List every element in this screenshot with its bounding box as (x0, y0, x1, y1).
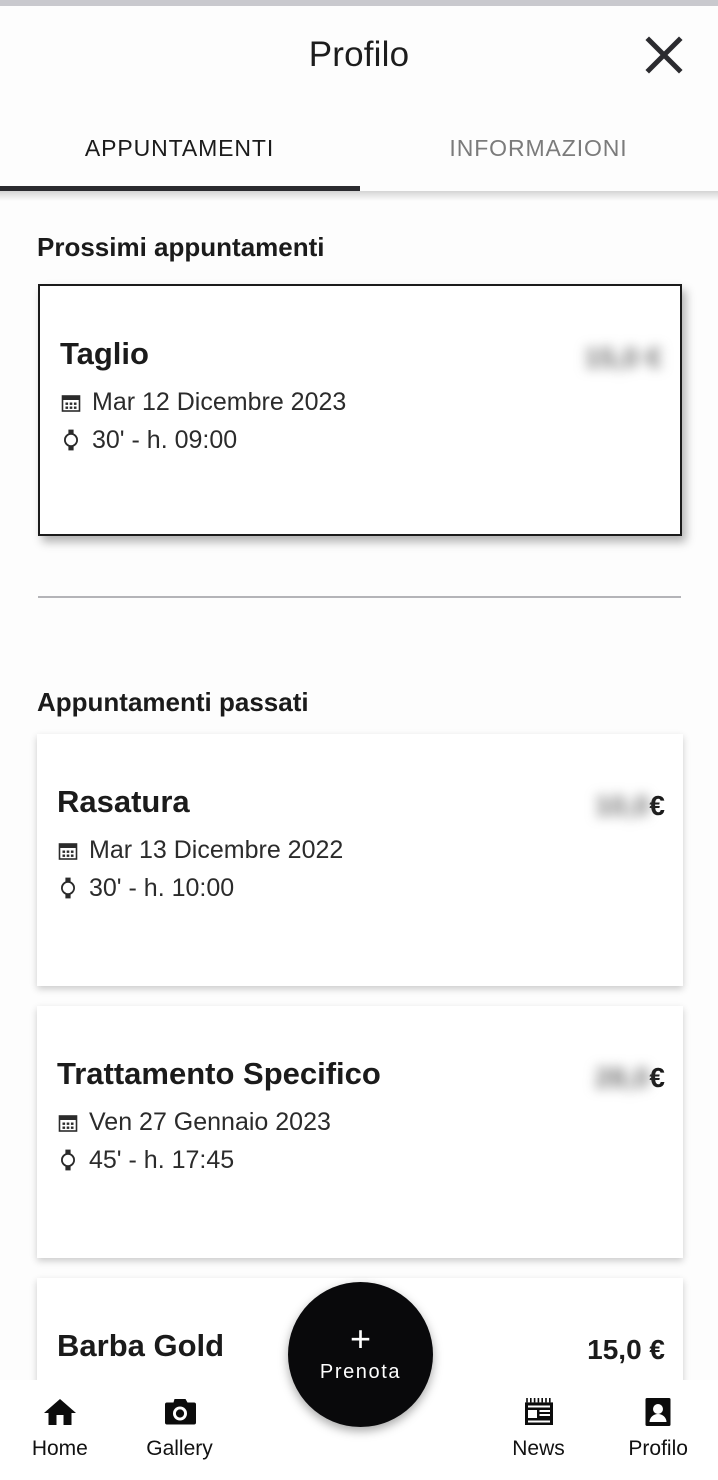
appointment-duration-time: 30' - h. 09:00 (92, 425, 238, 454)
appointment-price-redacted: 15,0 € (584, 342, 662, 373)
section-divider (38, 596, 681, 598)
screen-header: Profilo (0, 6, 718, 104)
camera-icon (162, 1394, 198, 1430)
appointment-name: Taglio (60, 336, 149, 371)
appointment-price-currency: € (649, 1062, 665, 1093)
appointment-name: Trattamento Specifico (57, 1056, 381, 1091)
appointment-price-amount: 28,0 (594, 1062, 650, 1093)
appointment-date: Ven 27 Gennaio 2023 (89, 1108, 331, 1136)
tab-bar: APPUNTAMENTI INFORMAZIONI (0, 104, 718, 192)
watch-icon (57, 1148, 79, 1172)
profile-screen: Profilo APPUNTAMENTI INFORMAZIONI Prossi… (0, 0, 718, 1480)
nav-item-profilo-label: Profilo (628, 1437, 688, 1460)
news-icon (521, 1394, 557, 1430)
watch-icon (57, 876, 79, 900)
appointments-scroll-area[interactable]: Prossimi appuntamenti Taglio 15,0 € Mar … (0, 201, 718, 1380)
appointment-price-currency: € (649, 790, 665, 821)
appointment-duration-time: 45' - h. 17:45 (89, 1145, 235, 1174)
appointment-price: 15,0 € (587, 1330, 665, 1366)
close-icon[interactable] (632, 23, 696, 87)
appointment-date: Mar 12 Dicembre 2023 (92, 388, 347, 416)
watch-icon (60, 428, 82, 452)
prenota-label: Prenota (319, 1361, 402, 1383)
appointment-date-row: Mar 12 Dicembre 2023 (60, 384, 662, 422)
tab-appuntamenti[interactable]: APPUNTAMENTI (0, 104, 359, 192)
appointment-time-row: 30' - h. 10:00 (57, 870, 665, 908)
nav-item-home-label: Home (31, 1437, 88, 1460)
profile-card-icon (640, 1394, 676, 1430)
tab-appuntamenti-label: APPUNTAMENTI (84, 134, 275, 161)
tab-bar-shadow (0, 191, 718, 201)
page-title: Profilo (308, 35, 410, 74)
nav-item-news[interactable]: News (479, 1380, 599, 1461)
nav-item-home[interactable]: Home (0, 1380, 120, 1461)
calendar-icon (57, 839, 79, 863)
appointment-time-row: 30' - h. 09:00 (60, 422, 662, 460)
appointment-date: Mar 13 Dicembre 2022 (89, 836, 344, 864)
appointment-date-row: Mar 13 Dicembre 2022 (57, 832, 665, 870)
appointment-card-upcoming[interactable]: Taglio 15,0 € Mar 12 Dicembre 2023 30' -… (38, 284, 682, 536)
appointment-price-amount: 10,0 (594, 790, 650, 821)
upcoming-section-title: Prossimi appuntamenti (37, 232, 325, 262)
appointment-price: 10,0€ (595, 786, 665, 822)
appointment-price: 28,0€ (595, 1058, 665, 1094)
appointment-name: Rasatura (57, 784, 190, 819)
calendar-icon (57, 1111, 79, 1135)
tab-informazioni-label: INFORMAZIONI (449, 134, 628, 161)
appointment-duration-time: 30' - h. 10:00 (89, 873, 235, 902)
appointment-price-currency: € (649, 1334, 665, 1365)
prenota-fab-button[interactable]: + Prenota (288, 1282, 433, 1427)
appointment-date-row: Ven 27 Gennaio 2023 (57, 1104, 665, 1142)
nav-item-profilo[interactable]: Profilo (598, 1380, 718, 1461)
appointment-price-amount: 15,0 (587, 1334, 642, 1365)
appointment-name: Barba Gold (57, 1328, 225, 1363)
nav-item-news-label: News (512, 1437, 565, 1460)
appointment-time-row: 45' - h. 17:45 (57, 1142, 665, 1180)
appointment-price: 15,0 € (584, 338, 662, 374)
past-section-title: Appuntamenti passati (37, 687, 309, 717)
home-icon (42, 1394, 78, 1430)
appointment-card-past[interactable]: Trattamento Specifico 28,0€ Ven 27 Genna… (37, 1006, 683, 1258)
nav-item-gallery-label: Gallery (146, 1437, 213, 1460)
tab-informazioni[interactable]: INFORMAZIONI (359, 104, 718, 192)
calendar-icon (60, 391, 82, 415)
nav-item-gallery[interactable]: Gallery (120, 1380, 240, 1461)
appointment-card-past[interactable]: Rasatura 10,0€ Mar 13 Dicembre 2022 30' … (37, 734, 683, 986)
plus-icon: + (349, 1318, 372, 1359)
